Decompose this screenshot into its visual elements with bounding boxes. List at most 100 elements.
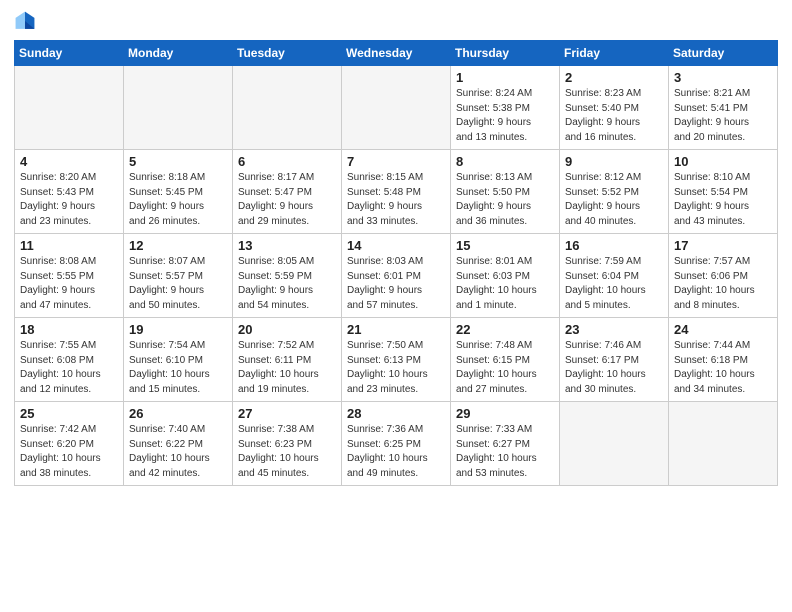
- day-info: Sunrise: 8:03 AM Sunset: 6:01 PM Dayligh…: [347, 255, 445, 313]
- day-info: Sunrise: 7:55 AM Sunset: 6:08 PM Dayligh…: [20, 339, 118, 397]
- day-cell: 15Sunrise: 8:01 AM Sunset: 6:03 PM Dayli…: [451, 234, 560, 318]
- day-info: Sunrise: 8:24 AM Sunset: 5:38 PM Dayligh…: [456, 87, 554, 145]
- day-cell: 1 Sunrise: 8:24 AM Sunset: 5:38 PM Daylig…: [451, 66, 560, 150]
- day-cell: 11 Sunrise: 8:08 AM Sunset: 5:55 PM Dayli…: [15, 234, 124, 318]
- day-number: 2: [565, 70, 663, 85]
- day-info: Sunrise: 8:12 AM Sunset: 5:52 PM Dayligh…: [565, 171, 663, 229]
- day-info: Sunrise: 8:05 AM Sunset: 5:59 PM Dayligh…: [238, 255, 336, 313]
- day-number: 23: [565, 322, 663, 337]
- logo: [14, 10, 40, 32]
- day-number: 26: [129, 406, 227, 421]
- day-info: Sunrise: 7:42 AM Sunset: 6:20 PM Dayligh…: [20, 423, 118, 481]
- day-cell: 29 Sunrise: 7:33 AM Sunset: 6:27 PM Dayli…: [451, 402, 560, 486]
- day-info: Sunrise: 8:01 AM Sunset: 6:03 PM Dayligh…: [456, 255, 554, 313]
- week-row-2: 4Sunrise: 8:20 AM Sunset: 5:43 PM Daylig…: [15, 150, 778, 234]
- day-number: 25: [20, 406, 118, 421]
- day-number: 9: [565, 154, 663, 169]
- day-cell: [124, 66, 233, 150]
- col-header-monday: Monday: [124, 41, 233, 66]
- day-cell: 10Sunrise: 8:10 AM Sunset: 5:54 PM Dayli…: [669, 150, 778, 234]
- day-info: Sunrise: 8:07 AM Sunset: 5:57 PM Dayligh…: [129, 255, 227, 313]
- day-info: Sunrise: 8:13 AM Sunset: 5:50 PM Dayligh…: [456, 171, 554, 229]
- day-info: Sunrise: 7:52 AM Sunset: 6:11 PM Dayligh…: [238, 339, 336, 397]
- day-cell: 7 Sunrise: 8:15 AM Sunset: 5:48 PM Daylig…: [342, 150, 451, 234]
- day-cell: 19 Sunrise: 7:54 AM Sunset: 6:10 PM Dayli…: [124, 318, 233, 402]
- week-row-4: 18 Sunrise: 7:55 AM Sunset: 6:08 PM Dayli…: [15, 318, 778, 402]
- day-info: Sunrise: 8:23 AM Sunset: 5:40 PM Dayligh…: [565, 87, 663, 145]
- day-cell: [560, 402, 669, 486]
- week-row-3: 11 Sunrise: 8:08 AM Sunset: 5:55 PM Dayli…: [15, 234, 778, 318]
- day-cell: 12Sunrise: 8:07 AM Sunset: 5:57 PM Dayli…: [124, 234, 233, 318]
- day-info: Sunrise: 7:38 AM Sunset: 6:23 PM Dayligh…: [238, 423, 336, 481]
- day-cell: [669, 402, 778, 486]
- day-number: 22: [456, 322, 554, 337]
- calendar-header-row: SundayMondayTuesdayWednesdayThursdayFrid…: [15, 41, 778, 66]
- day-cell: 17 Sunrise: 7:57 AM Sunset: 6:06 PM Dayli…: [669, 234, 778, 318]
- day-info: Sunrise: 7:33 AM Sunset: 6:27 PM Dayligh…: [456, 423, 554, 481]
- day-cell: 24 Sunrise: 7:44 AM Sunset: 6:18 PM Dayli…: [669, 318, 778, 402]
- day-cell: 22Sunrise: 7:48 AM Sunset: 6:15 PM Dayli…: [451, 318, 560, 402]
- day-cell: 23 Sunrise: 7:46 AM Sunset: 6:17 PM Dayli…: [560, 318, 669, 402]
- day-number: 21: [347, 322, 445, 337]
- day-cell: 26Sunrise: 7:40 AM Sunset: 6:22 PM Dayli…: [124, 402, 233, 486]
- day-number: 17: [674, 238, 772, 253]
- day-cell: 16 Sunrise: 7:59 AM Sunset: 6:04 PM Dayli…: [560, 234, 669, 318]
- day-info: Sunrise: 7:54 AM Sunset: 6:10 PM Dayligh…: [129, 339, 227, 397]
- week-row-1: 1 Sunrise: 8:24 AM Sunset: 5:38 PM Daylig…: [15, 66, 778, 150]
- day-info: Sunrise: 8:15 AM Sunset: 5:48 PM Dayligh…: [347, 171, 445, 229]
- day-number: 8: [456, 154, 554, 169]
- day-info: Sunrise: 8:20 AM Sunset: 5:43 PM Dayligh…: [20, 171, 118, 229]
- col-header-friday: Friday: [560, 41, 669, 66]
- day-cell: 27 Sunrise: 7:38 AM Sunset: 6:23 PM Dayli…: [233, 402, 342, 486]
- day-number: 16: [565, 238, 663, 253]
- day-cell: 9 Sunrise: 8:12 AM Sunset: 5:52 PM Daylig…: [560, 150, 669, 234]
- day-cell: 13Sunrise: 8:05 AM Sunset: 5:59 PM Dayli…: [233, 234, 342, 318]
- week-row-5: 25 Sunrise: 7:42 AM Sunset: 6:20 PM Dayli…: [15, 402, 778, 486]
- day-info: Sunrise: 7:57 AM Sunset: 6:06 PM Dayligh…: [674, 255, 772, 313]
- day-number: 29: [456, 406, 554, 421]
- day-number: 10: [674, 154, 772, 169]
- col-header-sunday: Sunday: [15, 41, 124, 66]
- day-number: 5: [129, 154, 227, 169]
- day-info: Sunrise: 7:50 AM Sunset: 6:13 PM Dayligh…: [347, 339, 445, 397]
- day-info: Sunrise: 8:21 AM Sunset: 5:41 PM Dayligh…: [674, 87, 772, 145]
- day-cell: 21 Sunrise: 7:50 AM Sunset: 6:13 PM Dayli…: [342, 318, 451, 402]
- day-number: 6: [238, 154, 336, 169]
- day-cell: [342, 66, 451, 150]
- day-number: 24: [674, 322, 772, 337]
- day-info: Sunrise: 8:17 AM Sunset: 5:47 PM Dayligh…: [238, 171, 336, 229]
- day-info: Sunrise: 7:44 AM Sunset: 6:18 PM Dayligh…: [674, 339, 772, 397]
- day-info: Sunrise: 8:18 AM Sunset: 5:45 PM Dayligh…: [129, 171, 227, 229]
- day-number: 7: [347, 154, 445, 169]
- calendar-table: SundayMondayTuesdayWednesdayThursdayFrid…: [14, 40, 778, 486]
- day-number: 1: [456, 70, 554, 85]
- day-cell: 5 Sunrise: 8:18 AM Sunset: 5:45 PM Daylig…: [124, 150, 233, 234]
- day-number: 27: [238, 406, 336, 421]
- day-cell: 25 Sunrise: 7:42 AM Sunset: 6:20 PM Dayli…: [15, 402, 124, 486]
- day-cell: [233, 66, 342, 150]
- col-header-wednesday: Wednesday: [342, 41, 451, 66]
- day-number: 11: [20, 238, 118, 253]
- col-header-tuesday: Tuesday: [233, 41, 342, 66]
- page: SundayMondayTuesdayWednesdayThursdayFrid…: [0, 0, 792, 612]
- day-number: 19: [129, 322, 227, 337]
- day-cell: 28 Sunrise: 7:36 AM Sunset: 6:25 PM Dayli…: [342, 402, 451, 486]
- header: [14, 10, 778, 32]
- col-header-thursday: Thursday: [451, 41, 560, 66]
- day-info: Sunrise: 7:59 AM Sunset: 6:04 PM Dayligh…: [565, 255, 663, 313]
- day-cell: 18 Sunrise: 7:55 AM Sunset: 6:08 PM Dayli…: [15, 318, 124, 402]
- day-cell: 20 Sunrise: 7:52 AM Sunset: 6:11 PM Dayli…: [233, 318, 342, 402]
- day-number: 20: [238, 322, 336, 337]
- col-header-saturday: Saturday: [669, 41, 778, 66]
- day-cell: 14Sunrise: 8:03 AM Sunset: 6:01 PM Dayli…: [342, 234, 451, 318]
- day-info: Sunrise: 8:08 AM Sunset: 5:55 PM Dayligh…: [20, 255, 118, 313]
- day-info: Sunrise: 7:36 AM Sunset: 6:25 PM Dayligh…: [347, 423, 445, 481]
- day-info: Sunrise: 7:46 AM Sunset: 6:17 PM Dayligh…: [565, 339, 663, 397]
- logo-icon: [14, 10, 36, 32]
- day-number: 18: [20, 322, 118, 337]
- day-cell: 4Sunrise: 8:20 AM Sunset: 5:43 PM Daylig…: [15, 150, 124, 234]
- day-cell: 8 Sunrise: 8:13 AM Sunset: 5:50 PM Daylig…: [451, 150, 560, 234]
- day-cell: 3Sunrise: 8:21 AM Sunset: 5:41 PM Daylig…: [669, 66, 778, 150]
- day-cell: [15, 66, 124, 150]
- day-number: 28: [347, 406, 445, 421]
